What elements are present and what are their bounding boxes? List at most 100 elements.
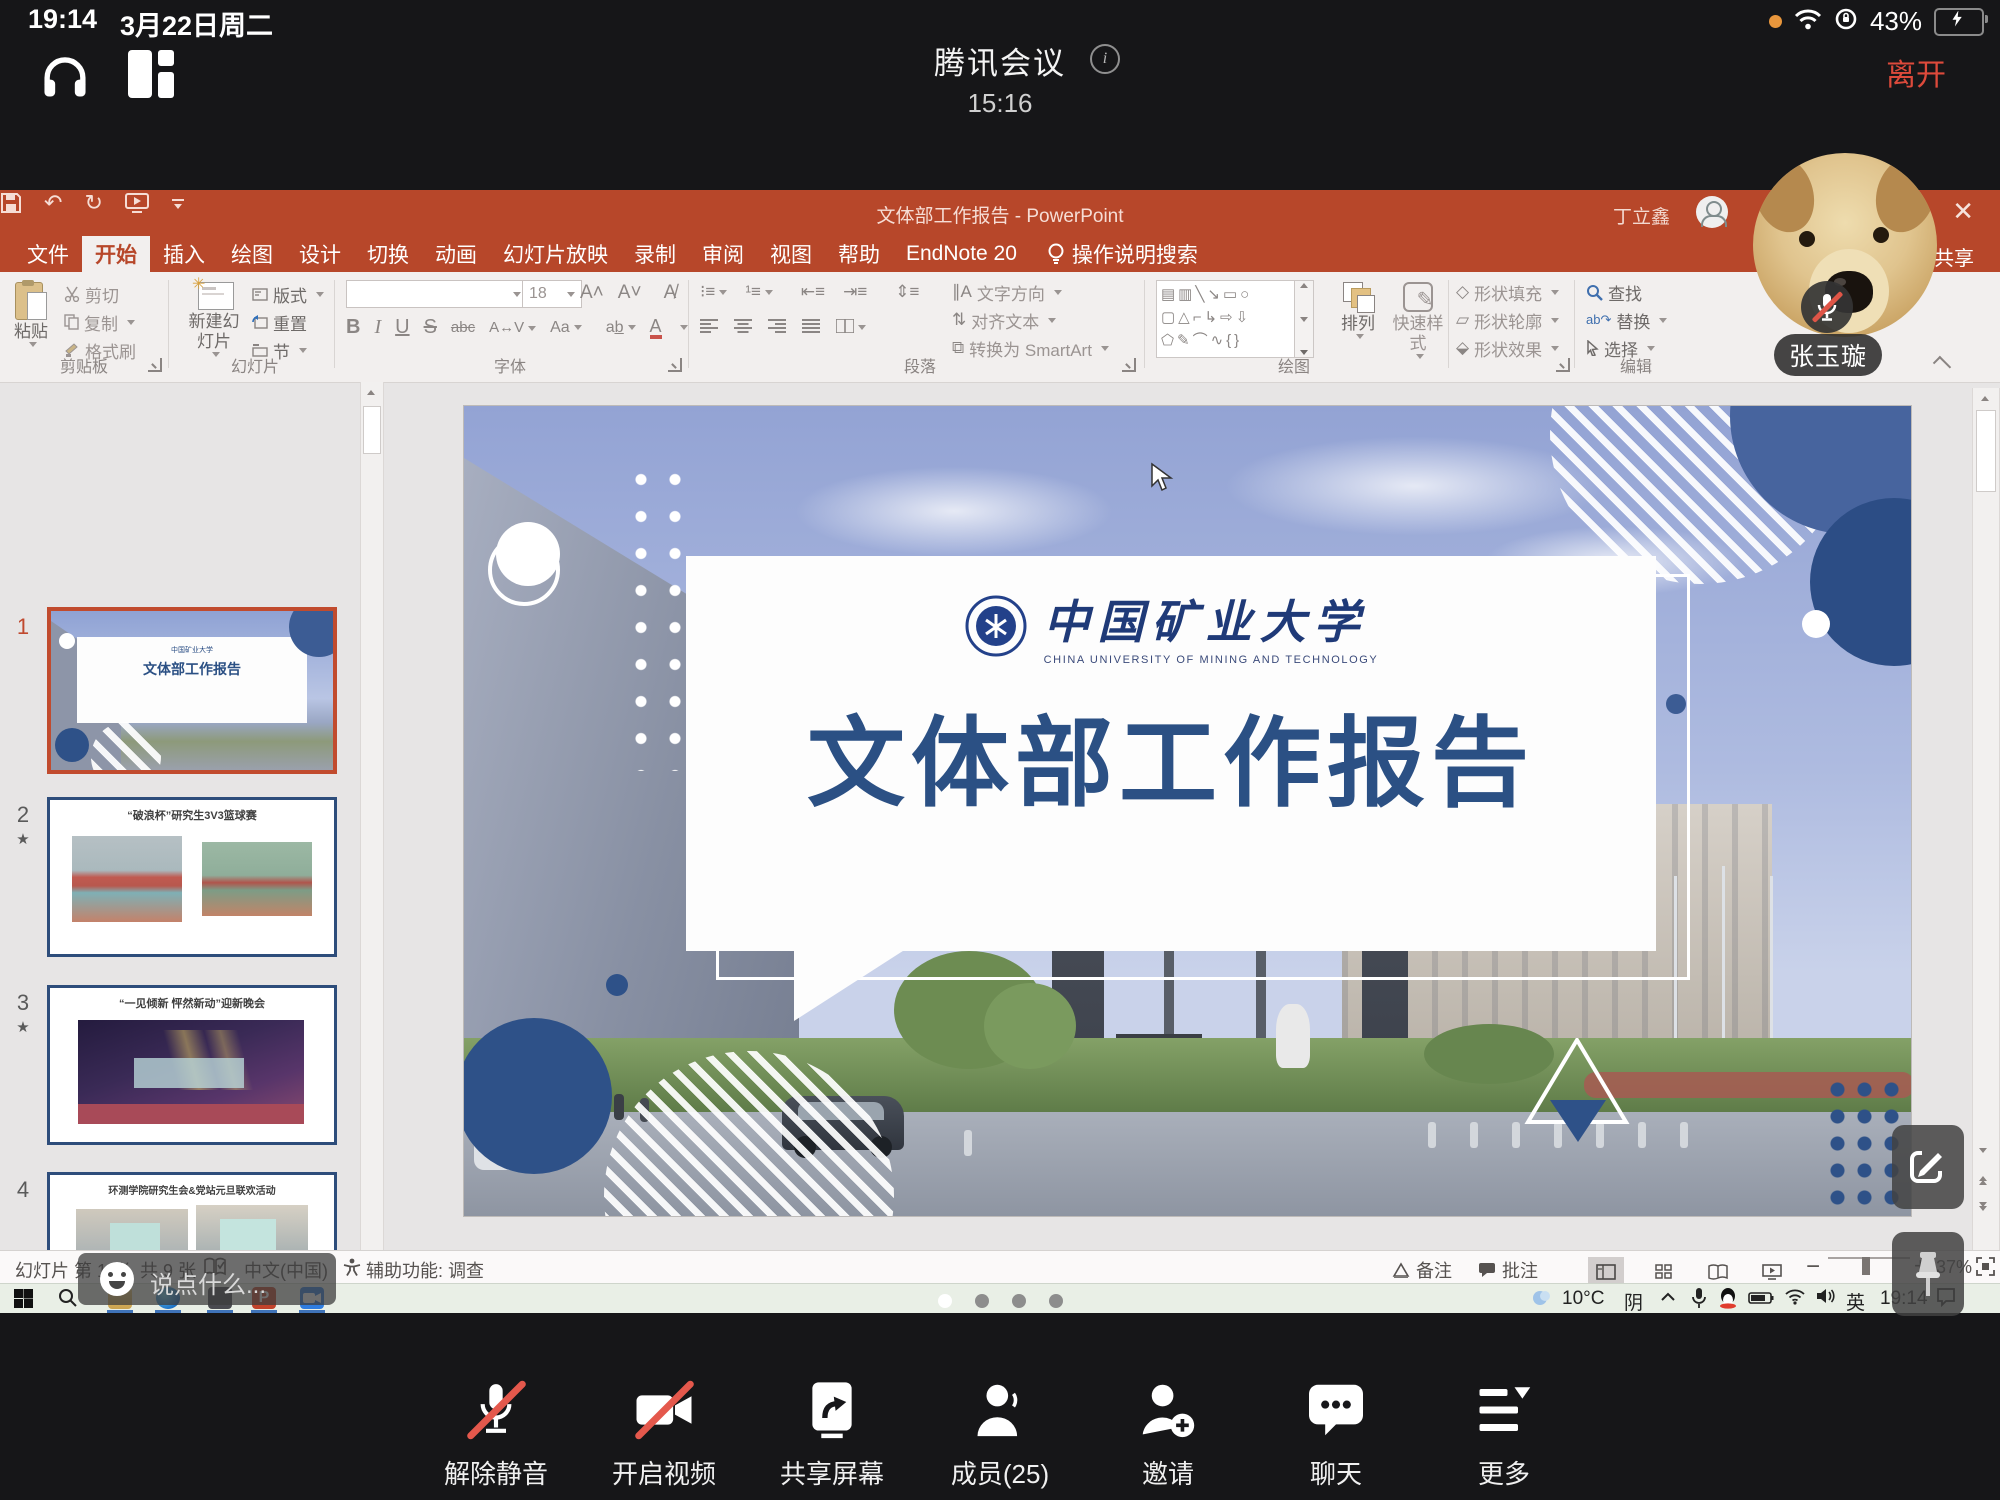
align-right-button[interactable] <box>768 316 786 339</box>
change-case-button[interactable]: Aa <box>550 319 582 337</box>
tab-transitions[interactable]: 切换 <box>354 236 422 272</box>
new-slide-button[interactable]: ✳ 新建幻灯片 <box>182 278 246 357</box>
shapes-gallery-scrollbar[interactable] <box>1294 280 1314 358</box>
accessibility-icon[interactable] <box>342 1257 362 1282</box>
shrink-font-button[interactable]: A˅ <box>618 282 642 304</box>
title-card[interactable]: 中国矿业大学 CHINA UNIVERSITY OF MINING AND TE… <box>686 556 1656 951</box>
tab-home[interactable]: 开始 <box>82 236 150 272</box>
tab-animations[interactable]: 动画 <box>422 236 490 272</box>
justify-button[interactable] <box>802 316 820 339</box>
underline-button[interactable]: U <box>395 316 409 339</box>
tab-draw[interactable]: 绘图 <box>218 236 286 272</box>
line-spacing-button[interactable]: ⇕≡ <box>895 282 919 302</box>
annotation-pencil-button[interactable] <box>1892 1125 1964 1209</box>
italic-button[interactable]: I <box>374 316 381 339</box>
slide-thumbnail-4[interactable]: 环测学院研究生会&党站元旦联欢活动 <box>47 1172 337 1250</box>
increase-indent-button[interactable]: ⇥≡ <box>843 282 867 302</box>
invite-button[interactable]: 邀请 <box>1107 1378 1229 1491</box>
chat-button[interactable]: 聊天 <box>1275 1378 1397 1491</box>
grow-font-button[interactable]: A˄ <box>580 282 604 304</box>
copy-button[interactable]: 复制 <box>64 310 135 334</box>
align-text-button[interactable]: ⇅对齐文本 <box>952 308 1056 332</box>
more-button[interactable]: 更多 <box>1443 1378 1565 1491</box>
normal-view-button[interactable] <box>1588 1257 1624 1286</box>
slide-thumbnail-2[interactable]: “破浪杯”研究生3V3篮球赛 <box>47 797 337 957</box>
slide-scrollbar[interactable] <box>1972 388 2000 1250</box>
fit-to-window-icon[interactable] <box>1976 1257 1995 1281</box>
tab-view[interactable]: 视图 <box>757 236 825 272</box>
zoom-slider-thumb[interactable] <box>1862 1257 1870 1275</box>
comments-button[interactable]: 批注 <box>1478 1257 1538 1283</box>
replace-button[interactable]: ab↷替换 <box>1586 308 1667 332</box>
decrease-indent-button[interactable]: ⇤≡ <box>801 282 825 302</box>
reading-view-button[interactable] <box>1700 1257 1736 1286</box>
arrange-button[interactable]: 排列 <box>1330 280 1386 339</box>
emoji-icon[interactable] <box>100 1262 134 1296</box>
font-size-combo[interactable]: 18 <box>522 280 582 308</box>
thumbnail-scrollbar[interactable] <box>360 382 384 1250</box>
scroll-down-button[interactable] <box>1974 1148 1992 1153</box>
paste-button[interactable]: 粘贴 <box>14 280 48 347</box>
university-seal-icon <box>964 594 1028 658</box>
format-shape-dialog-launcher[interactable] <box>1556 358 1570 372</box>
slide-thumbnail-3[interactable]: “一见倾新 怦然新动”迎新晚会 <box>47 985 337 1145</box>
tab-file[interactable]: 文件 <box>14 236 82 272</box>
next-slide-button[interactable] <box>1974 1202 1992 1211</box>
start-video-button[interactable]: 开启视频 <box>603 1378 725 1491</box>
slide-sorter-view-button[interactable] <box>1646 1257 1682 1286</box>
zoom-out-button[interactable]: − <box>1806 1253 1820 1281</box>
layout-button[interactable]: 版式 <box>252 282 324 306</box>
shape-effects-button[interactable]: ⬙形状效果 <box>1456 336 1559 360</box>
close-window-icon[interactable]: ✕ <box>1952 196 1974 227</box>
tab-insert[interactable]: 插入 <box>150 236 218 272</box>
font-dialog-launcher[interactable] <box>668 358 682 372</box>
tell-me-search[interactable]: 操作说明搜索 <box>1030 236 1198 272</box>
share-screen-button[interactable]: 共享屏幕 <box>771 1378 893 1491</box>
accessibility-status[interactable]: 辅助功能: 调查 <box>366 1257 484 1283</box>
columns-button[interactable] <box>836 316 866 339</box>
bullets-button[interactable]: ⁝≡ <box>700 282 727 302</box>
tab-endnote[interactable]: EndNote 20 <box>893 236 1030 272</box>
text-direction-button[interactable]: ∥A文字方向 <box>952 280 1062 304</box>
quick-styles-button[interactable]: ✎ 快速样式 <box>1390 280 1446 359</box>
shape-fill-button[interactable]: ◇形状填充 <box>1456 280 1559 304</box>
tab-design[interactable]: 设计 <box>286 236 354 272</box>
numbering-button[interactable]: ¹≡ <box>745 282 773 302</box>
tab-help[interactable]: 帮助 <box>825 236 893 272</box>
clear-formatting-button[interactable]: A̸ <box>664 282 677 304</box>
shape-outline-button[interactable]: ▱形状轮廓 <box>1456 308 1559 332</box>
paragraph-dialog-launcher[interactable] <box>1122 358 1136 372</box>
unmute-button[interactable]: 解除静音 <box>435 1378 557 1491</box>
shadow-button[interactable]: abc <box>451 319 475 336</box>
character-spacing-button[interactable]: A↔V <box>489 319 536 336</box>
previous-slide-button[interactable] <box>1974 1176 1992 1185</box>
font-name-combo[interactable] <box>346 280 528 308</box>
participant-name: 张玉璇 <box>1774 334 1882 376</box>
tab-review[interactable]: 审阅 <box>689 236 757 272</box>
bold-button[interactable]: B <box>346 316 360 339</box>
align-center-button[interactable] <box>734 316 752 339</box>
members-button[interactable]: 成员(25) <box>939 1378 1061 1491</box>
meeting-info-icon[interactable]: i <box>1090 44 1120 74</box>
tab-slideshow[interactable]: 幻灯片放映 <box>490 236 621 272</box>
clipboard-dialog-launcher[interactable] <box>148 358 162 372</box>
highlight-color-button[interactable]: ab̲ <box>606 319 636 337</box>
font-color-button[interactable]: A <box>650 317 662 339</box>
account-name[interactable]: 丁立鑫 <box>1613 202 1670 229</box>
collapse-ribbon-button[interactable] <box>1933 356 1951 374</box>
slideshow-view-button[interactable] <box>1754 1257 1790 1286</box>
shared-screen: ↶ ↻ 文体部工作报告 - PowerPoint 丁立鑫 ✕ 文件 开始 插入 … <box>0 190 2000 1312</box>
cut-button[interactable]: 剪切 <box>64 282 119 306</box>
strikethrough-button[interactable]: S <box>424 316 437 339</box>
share-screen-icon <box>807 1380 857 1440</box>
leave-meeting-button[interactable]: 离开 <box>1886 50 1946 94</box>
shapes-gallery[interactable]: ▤▥╲↘▭○▢△⌐↳⇨⇩⬠✎⌒∿{} <box>1156 280 1298 358</box>
reset-slide-button[interactable]: 重置 <box>252 310 307 334</box>
find-button[interactable]: 查找 <box>1586 280 1642 304</box>
account-avatar[interactable] <box>1696 196 1728 228</box>
slide-canvas[interactable]: 中国矿业大学 CHINA UNIVERSITY OF MINING AND TE… <box>463 405 1912 1217</box>
align-left-button[interactable] <box>700 316 718 339</box>
notes-button[interactable]: 备注 <box>1392 1257 1452 1283</box>
slide-thumbnail-1[interactable]: 中国矿业大学 文体部工作报告 <box>47 607 337 774</box>
tab-record[interactable]: 录制 <box>621 236 689 272</box>
